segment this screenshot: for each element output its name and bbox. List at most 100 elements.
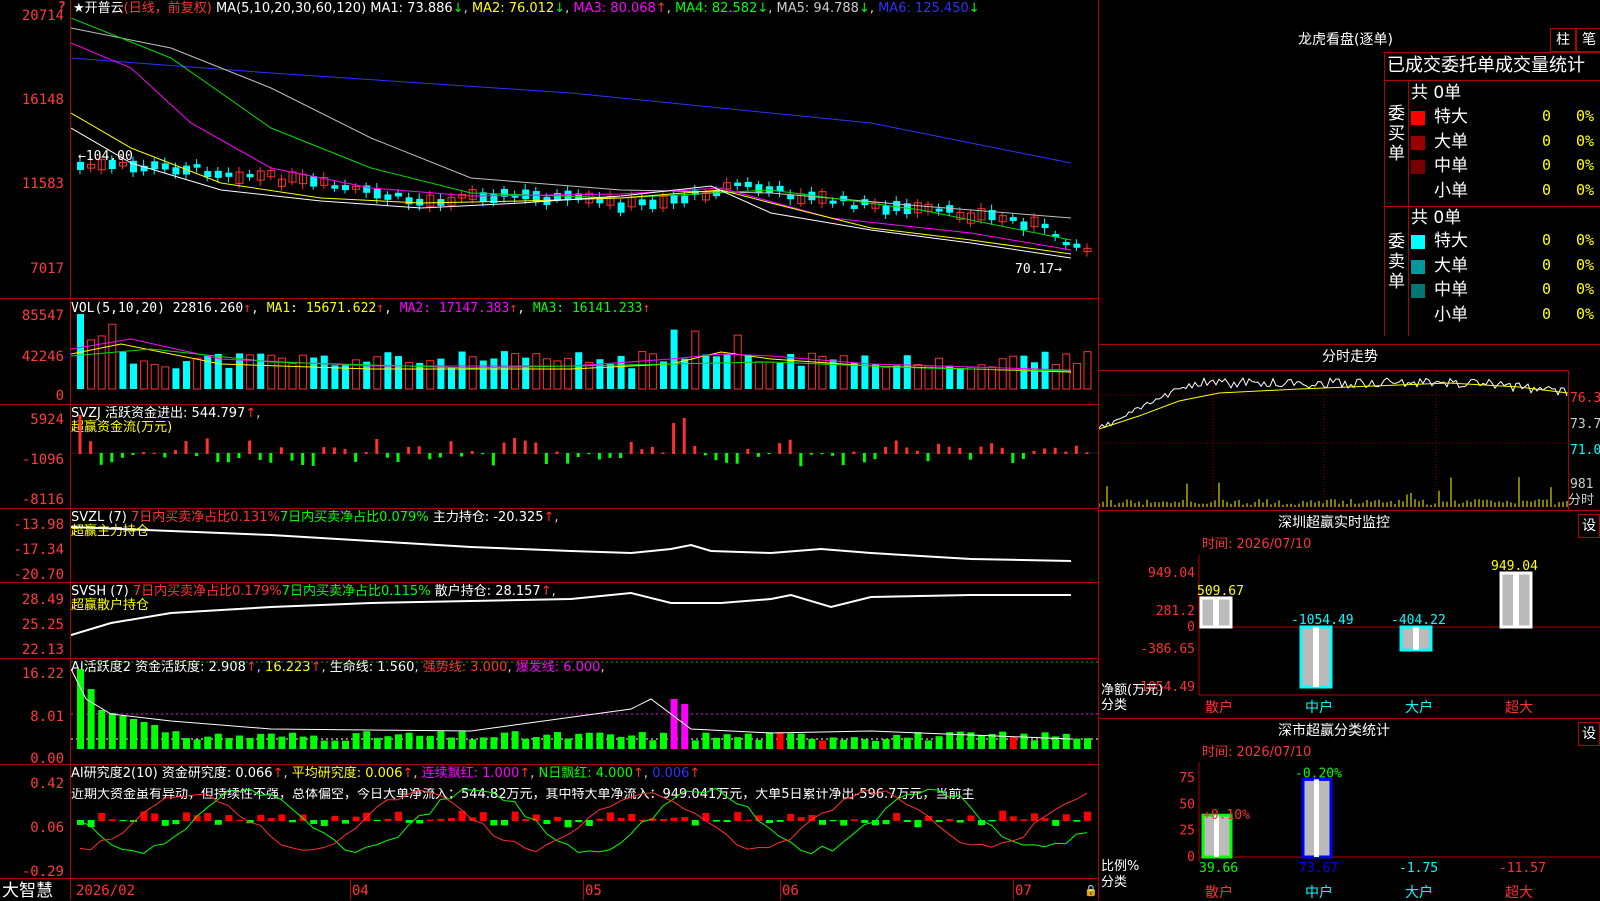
tab-bar-view[interactable]: 柱: [1550, 28, 1576, 52]
dragon-tiger-header: 已成交委托单成交量统计: [1387, 55, 1585, 76]
sell-total: 共 0单: [1411, 208, 1462, 228]
top-ratio-label: -0.20%: [1295, 766, 1342, 781]
sz-monitor-settings-button[interactable]: 设: [1578, 514, 1600, 538]
candle-down: [204, 171, 212, 178]
divider: [1384, 52, 1385, 336]
stock-name: 开普云: [84, 1, 124, 16]
sz-ratio-chart[interactable]: 75 50 25 0 39.66 散户 73.67 中户 -1.75 大户 -11.57 超大 +0.1…: [1099, 762, 1600, 900]
ma2-line: [71, 112, 1072, 255]
order-size-label: 小单: [1434, 304, 1468, 325]
activity-bar: [1062, 733, 1070, 749]
chart-mode[interactable]: (日线，前复权): [124, 1, 212, 16]
x-axis-label: 07: [1015, 883, 1032, 899]
activity-bar: [702, 732, 710, 749]
volume-bar-up: [426, 360, 435, 390]
x-axis-label: 05: [585, 883, 602, 899]
activity-bar: [140, 722, 148, 749]
activity-bar: [787, 733, 795, 749]
bar-value-label: -1.75: [1399, 861, 1438, 876]
research-bar: [988, 820, 996, 822]
candle-down: [734, 182, 742, 187]
activity-bar: [448, 737, 455, 749]
flow-bar-out: [216, 453, 220, 463]
order-size-label: 中单: [1434, 156, 1468, 176]
sz-net-chart[interactable]: 949.04281.20-386.65-1054.49509.67散户-1054…: [1099, 555, 1600, 715]
order-color-swatch: [1411, 259, 1425, 274]
net-bar-highlight: [1313, 627, 1319, 687]
fund-flow-chart[interactable]: [71, 405, 1098, 508]
volume-bar-down: [384, 352, 392, 389]
research-bar: [882, 820, 890, 825]
order-count: 0: [1542, 180, 1552, 199]
research-bar: [384, 818, 392, 821]
flow-bar-out: [841, 453, 845, 466]
ma-params[interactable]: MA(5,10,20,30,60,120): [216, 1, 366, 16]
retail-position-chart[interactable]: [71, 583, 1098, 658]
vol-y-label: 42246: [21, 349, 64, 365]
tab-tick-view[interactable]: 笔: [1576, 28, 1600, 52]
volume-chart[interactable]: [71, 314, 1098, 404]
svsh-y-label: 22.13: [21, 642, 64, 658]
flow-bar-in: [672, 423, 676, 454]
research-bar: [161, 820, 169, 826]
research-bar: [1062, 814, 1070, 821]
activity-bar: [840, 739, 848, 749]
favorite-star-icon[interactable]: ★: [73, 1, 85, 16]
volume-bar-up: [87, 339, 96, 390]
candle-down: [744, 181, 752, 188]
activity-bar: [797, 733, 805, 749]
price-y-label: 11583: [21, 176, 64, 192]
volume-bar-down: [702, 354, 710, 389]
volume-bar-down: [628, 368, 636, 389]
research-bar: [734, 812, 742, 821]
sz-monitor-axis-sub: 分类: [1101, 698, 1128, 713]
svzl-y-label: -13.98: [13, 517, 64, 533]
flow-bar-in: [788, 439, 792, 454]
activity-bar: [914, 732, 922, 749]
sz-classify-settings-button[interactable]: 设: [1578, 722, 1600, 746]
svzj-y-label: 5924: [30, 412, 64, 428]
research-bar: [935, 820, 943, 823]
activity-bar: [1009, 736, 1017, 749]
volume-bar-up: [977, 364, 986, 390]
activity-bar: [1084, 738, 1091, 749]
main-force-position-chart[interactable]: [71, 509, 1098, 582]
flow-bar-out: [195, 453, 199, 457]
flow-bar-in: [746, 448, 750, 454]
candle-down: [564, 190, 572, 201]
activity-bar: [776, 732, 784, 749]
ai-research-chart[interactable]: [71, 765, 1098, 878]
svsh-y-label: 28.49: [21, 592, 64, 608]
ai-research-y-label: 0.42: [30, 776, 64, 792]
volume-bar-down: [1020, 355, 1028, 389]
research-bar: [448, 817, 455, 821]
ai-activity-chart[interactable]: [71, 659, 1098, 764]
x-axis-label: 04: [352, 883, 369, 899]
divider: [1384, 52, 1600, 53]
flow-bar-out: [767, 453, 771, 455]
flow-bar-out: [438, 453, 442, 458]
flow-bar-out: [756, 453, 760, 457]
volume-bar-down: [458, 351, 466, 389]
research-bar: [490, 820, 498, 826]
intraday-chart[interactable]: [1099, 371, 1568, 509]
volume-bar-down: [522, 357, 530, 389]
ma2-value: MA2: 76.012: [471, 1, 555, 16]
price-chart[interactable]: [71, 18, 1098, 298]
flow-bar-in: [142, 452, 146, 454]
volume-bar-up: [108, 323, 117, 390]
flow-bar-in: [852, 451, 856, 454]
activity-bar: [1031, 740, 1038, 749]
order-pct: 0%: [1576, 131, 1595, 150]
x-tick: [780, 880, 781, 900]
activity-bar: [151, 725, 159, 749]
activity-bar: [575, 733, 583, 749]
research-bar: [660, 819, 667, 821]
activity-bar: [342, 740, 349, 749]
lock-icon[interactable]: 🔒: [1084, 884, 1098, 898]
flow-bar-out: [269, 453, 273, 463]
activity-bar: [882, 739, 890, 749]
vol-y-label: 85547: [21, 308, 64, 324]
order-count: 0: [1542, 231, 1552, 249]
volume-bar-up: [935, 357, 944, 390]
